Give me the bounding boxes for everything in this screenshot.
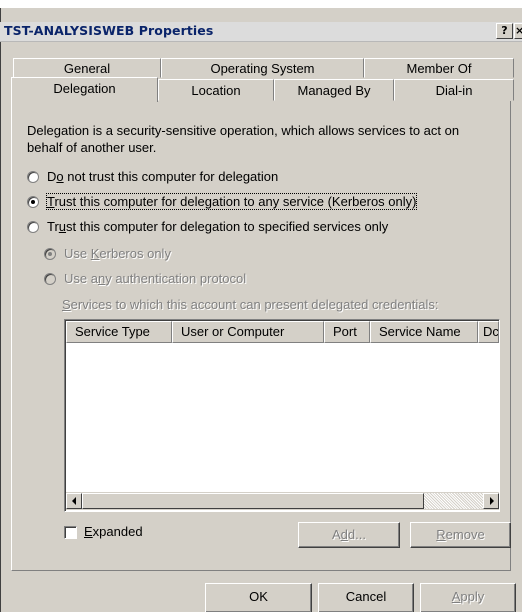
help-button[interactable]: ? xyxy=(496,23,513,39)
tab-managed-by[interactable]: Managed By xyxy=(274,79,394,101)
horizontal-scrollbar[interactable] xyxy=(66,492,499,510)
radio-indicator xyxy=(44,273,56,285)
checkbox-indicator xyxy=(64,526,77,539)
radio-do-not-trust-label: Do not trust this computer for delegatio… xyxy=(47,169,279,184)
remove-button[interactable]: Remove xyxy=(410,522,511,548)
tab-delegation[interactable]: Delegation xyxy=(11,77,158,102)
radio-use-any-protocol[interactable]: Use any authentication protocol xyxy=(44,271,344,289)
scroll-left-button[interactable] xyxy=(66,493,82,509)
scroll-track[interactable] xyxy=(424,493,483,509)
tab-dial-in-label: Dial-in xyxy=(435,83,473,98)
window-title: TST-ANALYSISWEB Properties xyxy=(4,23,214,38)
apply-button[interactable]: Apply xyxy=(420,583,516,612)
question-mark-icon: ? xyxy=(501,24,508,37)
close-icon: × xyxy=(515,24,522,37)
tab-managed-by-label: Managed By xyxy=(297,83,371,98)
tab-member-of[interactable]: Member Of xyxy=(364,58,514,78)
column-header-port[interactable]: Port xyxy=(324,321,370,343)
column-header-domain[interactable]: Dc xyxy=(478,321,499,343)
tab-operating-system-label: Operating System xyxy=(210,61,315,76)
scroll-thumb[interactable] xyxy=(82,493,424,509)
services-list-label: Services to which this account can prese… xyxy=(62,297,439,312)
tab-operating-system[interactable]: Operating System xyxy=(161,58,364,78)
tab-location[interactable]: Location xyxy=(158,79,274,101)
expanded-checkbox-label: Expanded xyxy=(84,524,143,539)
tab-delegation-label: Delegation xyxy=(53,81,116,96)
column-header-user-or-computer[interactable]: User or Computer xyxy=(172,321,324,343)
radio-trust-specified-services-label: Trust this computer for delegation to sp… xyxy=(47,219,389,234)
title-bar: TST-ANALYSISWEB Properties ? × xyxy=(0,22,522,42)
ok-button[interactable]: OK xyxy=(205,583,312,612)
arrow-right-icon xyxy=(490,497,494,505)
radio-trust-specified-services[interactable]: Trust this computer for delegation to sp… xyxy=(27,219,487,237)
radio-use-kerberos-only[interactable]: Use Kerberos only xyxy=(44,246,344,264)
tab-member-of-label: Member Of xyxy=(406,61,472,76)
radio-use-kerberos-only-label: Use Kerberos only xyxy=(64,246,171,261)
tab-general-label: General xyxy=(63,61,111,76)
scroll-right-button[interactable] xyxy=(483,493,499,509)
radio-indicator xyxy=(27,221,39,233)
delegation-description-line1: Delegation is a security-sensitive opera… xyxy=(27,123,460,138)
add-button[interactable]: Add... xyxy=(298,522,400,548)
delegation-description-line2: behalf of another user. xyxy=(27,140,157,155)
column-header-service-type[interactable]: Service Type xyxy=(66,321,172,343)
radio-trust-any-service-label: Trust this computer for delegation to an… xyxy=(45,193,418,210)
services-list[interactable]: Service Type User or Computer Port Servi… xyxy=(64,319,500,512)
radio-indicator xyxy=(27,171,39,183)
arrow-left-icon xyxy=(72,497,76,505)
cancel-button[interactable]: Cancel xyxy=(318,583,414,612)
radio-trust-any-service[interactable]: Trust this computer for delegation to an… xyxy=(27,193,487,212)
radio-indicator xyxy=(27,196,39,208)
tab-dial-in[interactable]: Dial-in xyxy=(394,79,514,101)
radio-do-not-trust[interactable]: Do not trust this computer for delegatio… xyxy=(27,169,487,187)
tab-location-label: Location xyxy=(191,83,241,98)
expanded-checkbox[interactable]: Expanded xyxy=(64,524,184,542)
close-button[interactable]: × xyxy=(514,23,522,39)
radio-use-any-protocol-label: Use any authentication protocol xyxy=(64,271,247,286)
column-header-service-name[interactable]: Service Name xyxy=(370,321,478,343)
radio-indicator xyxy=(44,248,56,260)
tab-general[interactable]: General xyxy=(13,58,161,78)
